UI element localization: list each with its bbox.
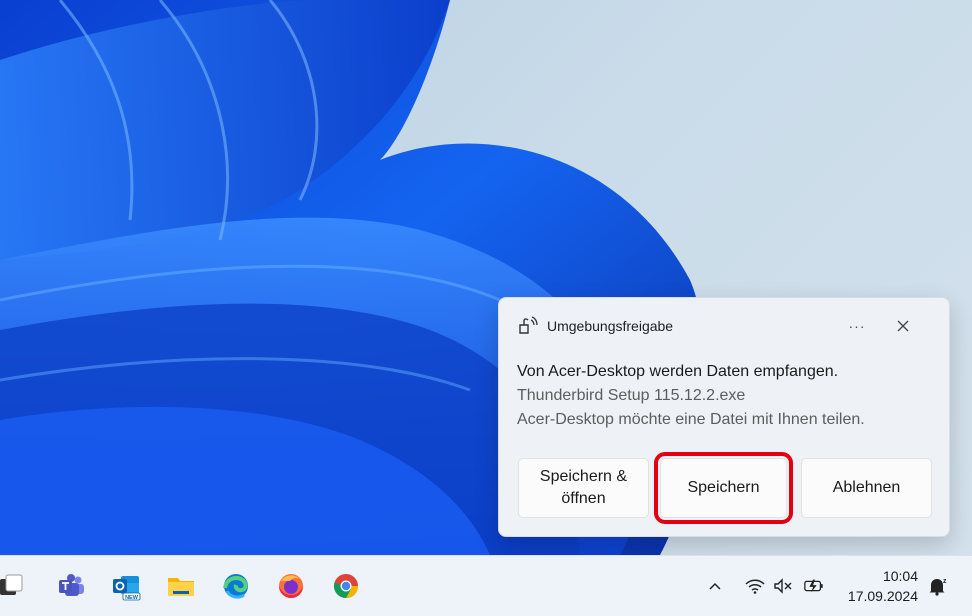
notification-title: Von Acer-Desktop werden Daten empfangen. [517,363,839,380]
notification-app-name: Umgebungsfreigabe [547,318,674,334]
nearby-share-icon [517,316,539,336]
outlook-new-icon[interactable]: NEW [111,571,141,601]
save-and-open-label-line2: öffnen [561,490,606,507]
close-icon [897,320,909,332]
firefox-icon[interactable] [276,571,306,601]
notification-badge: z [943,578,947,585]
more-options-button[interactable]: ··· [843,312,871,340]
save-and-open-button[interactable]: Speichern & öffnen [518,458,649,518]
outlook-new-badge: NEW [125,595,139,601]
notification-description: Acer-Desktop möchte eine Datei mit Ihnen… [517,411,865,428]
save-and-open-label-line1: Speichern & [539,468,628,485]
save-and-open-label: Speichern & öffnen [540,466,627,510]
clock-time: 10:04 [882,568,918,584]
wifi-icon[interactable] [744,576,766,596]
desktop: Umgebungsfreigabe ··· Von Acer-Desktop w… [0,0,972,555]
edge-icon[interactable] [221,571,251,601]
file-name: Thunderbird Setup 115.12.2.exe [517,387,746,404]
volume-muted-icon[interactable] [772,576,794,596]
close-button[interactable] [889,312,917,340]
chevron-up-icon[interactable] [704,576,726,596]
battery-charging-icon[interactable] [803,576,825,596]
taskbar: NEW 10:04 17.09.2024 z [0,555,972,616]
clock[interactable]: 10:04 17.09.2024 [848,566,918,606]
save-button[interactable]: Speichern [654,452,793,524]
notification-toast: Umgebungsfreigabe ··· Von Acer-Desktop w… [498,297,950,537]
teams-icon[interactable] [56,571,86,601]
chrome-icon[interactable] [331,571,361,601]
clock-date: 17.09.2024 [847,588,918,604]
decline-button[interactable]: Ablehnen [801,458,932,518]
task-view-icon[interactable] [0,571,24,601]
notification-header: Umgebungsfreigabe ··· [517,316,931,336]
file-explorer-icon[interactable] [166,571,196,601]
notification-dnd-icon[interactable]: z [926,576,948,596]
